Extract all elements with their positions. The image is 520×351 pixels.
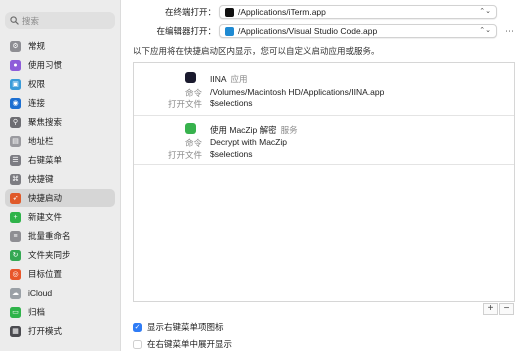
checkbox-unchecked[interactable] [133,339,142,349]
sidebar-item-label: 快捷启动 [28,193,63,203]
sidebar-item[interactable]: + 新建文件 [5,208,115,226]
globe-icon: ◉ [10,97,21,109]
magnifier-icon: ⚲ [10,116,21,128]
sidebar-item-label: 归档 [28,307,46,317]
entry-kind: 应用 [230,74,248,84]
entry-kind: 服务 [280,125,298,135]
chevron-updown-icon: ⌃⌄ [479,27,491,34]
editor-select[interactable]: /Applications/Visual Studio Code.app ⌃⌄ [219,24,497,38]
sidebar-item-label: iCloud [28,288,53,298]
sidebar-item-label: 常规 [28,41,46,51]
sidebar-item-label: 新建文件 [28,212,63,222]
add-button[interactable]: + [483,303,498,315]
sidebar-item-label: 打开模式 [28,326,63,336]
checkbox-checked[interactable]: ✓ [133,322,142,332]
open-file-key: 打开文件 [167,150,202,160]
terminal-select[interactable]: /Applications/iTerm.app ⌃⌄ [219,5,497,19]
more-options-button[interactable]: ⋯ [505,26,514,37]
command-value: Decrypt with MacZip [210,137,287,147]
command-key: 命令 [184,138,202,148]
list-divider [134,115,514,116]
sidebar-item[interactable]: ⚲ 聚焦搜索 [5,113,115,131]
entry-title-line: 使用 MacZip 解密 服务 [210,124,298,136]
sidebar-item[interactable]: ▦ 打开模式 [5,322,115,340]
sidebar-item[interactable]: ● 使用习惯 [5,56,115,74]
person-icon: ● [10,59,21,71]
gear-icon: ⚙ [10,40,21,52]
sidebar-item[interactable]: ↻ 文件夹同步 [5,246,115,264]
command-value: /Volumes/Macintosh HD/Applications/IINA.… [210,87,385,97]
terminal-value: /Applications/iTerm.app [238,7,326,17]
sidebar-item-label: 右键菜单 [28,155,63,165]
keyboard-icon: ⌘ [10,173,21,185]
description-text: 以下应用将在快捷启动区内显示，您可以自定义启动应用或服务。 [133,46,380,56]
editor-value: /Applications/Visual Studio Code.app [238,26,378,36]
sidebar-item[interactable]: ☁ iCloud [5,284,115,302]
sync-icon: ↻ [10,249,21,261]
search-field[interactable] [5,12,115,29]
sidebar-item[interactable]: ◎ 目标位置 [5,265,115,283]
archive-icon: ▭ [10,306,21,318]
editor-label: 在编辑器打开： [156,26,216,36]
checkbox-label: 显示右键菜单项图标 [147,322,224,332]
sidebar-item-label: 权限 [28,79,46,89]
sidebar-item-label: 聚焦搜索 [28,117,63,127]
rename-icon: ≡ [10,230,21,242]
sidebar-item[interactable]: ➶ 快捷启动 [5,189,115,207]
target-icon: ◎ [10,268,21,280]
window-icon: ▦ [10,325,21,337]
rocket-icon: ➶ [10,192,21,204]
menu-icon: ☰ [10,154,21,166]
sidebar-item[interactable]: ▣ 权限 [5,75,115,93]
vscode-app-icon [225,26,234,36]
entry-title-line: IINA 应用 [210,73,248,85]
chevron-updown-icon: ⌃⌄ [479,8,491,15]
iterm-app-icon [225,7,234,17]
open-file-value: $selections [210,98,253,108]
show-icons-option[interactable]: ✓ 显示右键菜单项图标 [133,321,224,333]
sidebar-item-label: 文件夹同步 [28,250,71,260]
expand-menu-option[interactable]: 在右键菜单中展开显示 [133,338,232,350]
terminal-label: 在终端打开： [164,7,216,17]
sidebar-item[interactable]: ▭ 归档 [5,303,115,321]
sidebar-item[interactable]: ⚙ 常规 [5,37,115,55]
sidebar-item-label: 地址栏 [28,136,54,146]
search-icon [10,16,19,25]
sidebar-item[interactable]: ≡ 批量重命名 [5,227,115,245]
sidebar-item[interactable]: ☰ 右键菜单 [5,151,115,169]
sidebar-item-label: 批量重命名 [28,231,71,241]
plus-icon: + [10,211,21,223]
sidebar-item-label: 连接 [28,98,46,108]
sidebar: ⚙ 常规 ● 使用习惯 ▣ 权限 ◉ 连接 ⚲ 聚焦搜索 ▤ 地址栏 ☰ 右键菜单 ⌘ 快捷键 ➶ 快捷启动 + 新建… [0,0,121,351]
iina-app-icon [185,72,196,83]
cloud-icon: ☁ [10,287,21,299]
sidebar-item-label: 快捷键 [28,174,54,184]
photo-icon: ▣ [10,78,21,90]
sidebar-item-label: 使用习惯 [28,60,63,70]
sidebar-item-label: 目标位置 [28,269,63,279]
sidebar-item[interactable]: ▤ 地址栏 [5,132,115,150]
open-file-key: 打开文件 [167,99,202,109]
remove-button[interactable]: − [499,303,514,315]
sidebar-item[interactable]: ◉ 连接 [5,94,115,112]
search-input[interactable] [22,15,110,26]
sidebar-item[interactable]: ⌘ 快捷键 [5,170,115,188]
entry-title: 使用 MacZip 解密 [210,125,277,135]
document-icon: ▤ [10,135,21,147]
checkbox-label: 在右键菜单中展开显示 [147,339,233,349]
launcher-list[interactable]: IINA 应用 命令 /Volumes/Macintosh HD/Applicat… [133,62,515,302]
list-divider [134,164,514,165]
entry-title: IINA [210,74,227,84]
maczip-app-icon [185,123,196,134]
open-file-value: $selections [210,149,253,159]
